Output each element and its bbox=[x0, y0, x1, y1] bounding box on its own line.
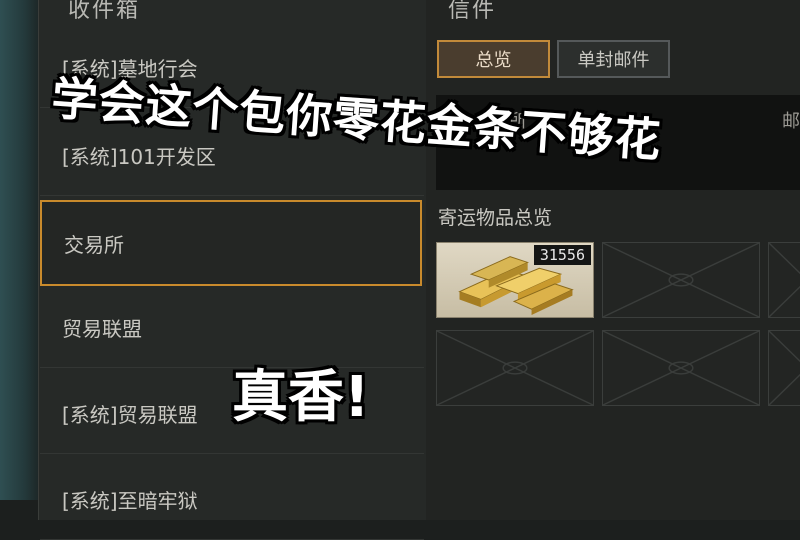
mail-label-text: 邮 bbox=[782, 111, 800, 132]
empty-slot-icon bbox=[769, 331, 800, 405]
mail-item-label: 贸易联盟 bbox=[62, 317, 142, 341]
empty-slot-icon bbox=[603, 243, 759, 317]
mail-header: 信件 bbox=[448, 0, 497, 23]
tab-label: 总览 bbox=[475, 50, 512, 71]
mail-list-item[interactable]: [系统]至暗牢狱 bbox=[40, 460, 424, 540]
mail-item-label: [系统]贸易联盟 bbox=[62, 403, 198, 427]
item-slot-empty[interactable] bbox=[768, 242, 800, 318]
mail-item-label: 交易所 bbox=[64, 232, 124, 257]
shipment-overview-title: 寄运物品总览 bbox=[438, 207, 553, 229]
item-slot-gold[interactable]: 31556 bbox=[436, 242, 594, 318]
tab-single-mail[interactable]: 单封邮件 bbox=[557, 40, 670, 78]
item-count: 31556 bbox=[533, 245, 591, 265]
item-slot-empty[interactable] bbox=[602, 242, 760, 318]
item-slot-empty[interactable] bbox=[602, 330, 760, 406]
tab-overview[interactable]: 总览 bbox=[437, 40, 550, 78]
overlay-caption-bottom: 真香! bbox=[232, 365, 370, 430]
mail-item-label: [系统]101开发区 bbox=[62, 145, 216, 169]
item-slot-empty[interactable] bbox=[436, 330, 594, 406]
empty-slot-icon bbox=[437, 331, 593, 405]
item-slot-empty[interactable] bbox=[768, 330, 800, 406]
mail-list-item-selected[interactable]: 交易所 bbox=[40, 200, 422, 286]
tab-label: 单封邮件 bbox=[577, 50, 650, 71]
background-edge bbox=[0, 0, 40, 500]
inbox-header: 收件箱 bbox=[68, 0, 141, 23]
empty-slot-icon bbox=[603, 331, 759, 405]
empty-slot-icon bbox=[769, 243, 800, 317]
